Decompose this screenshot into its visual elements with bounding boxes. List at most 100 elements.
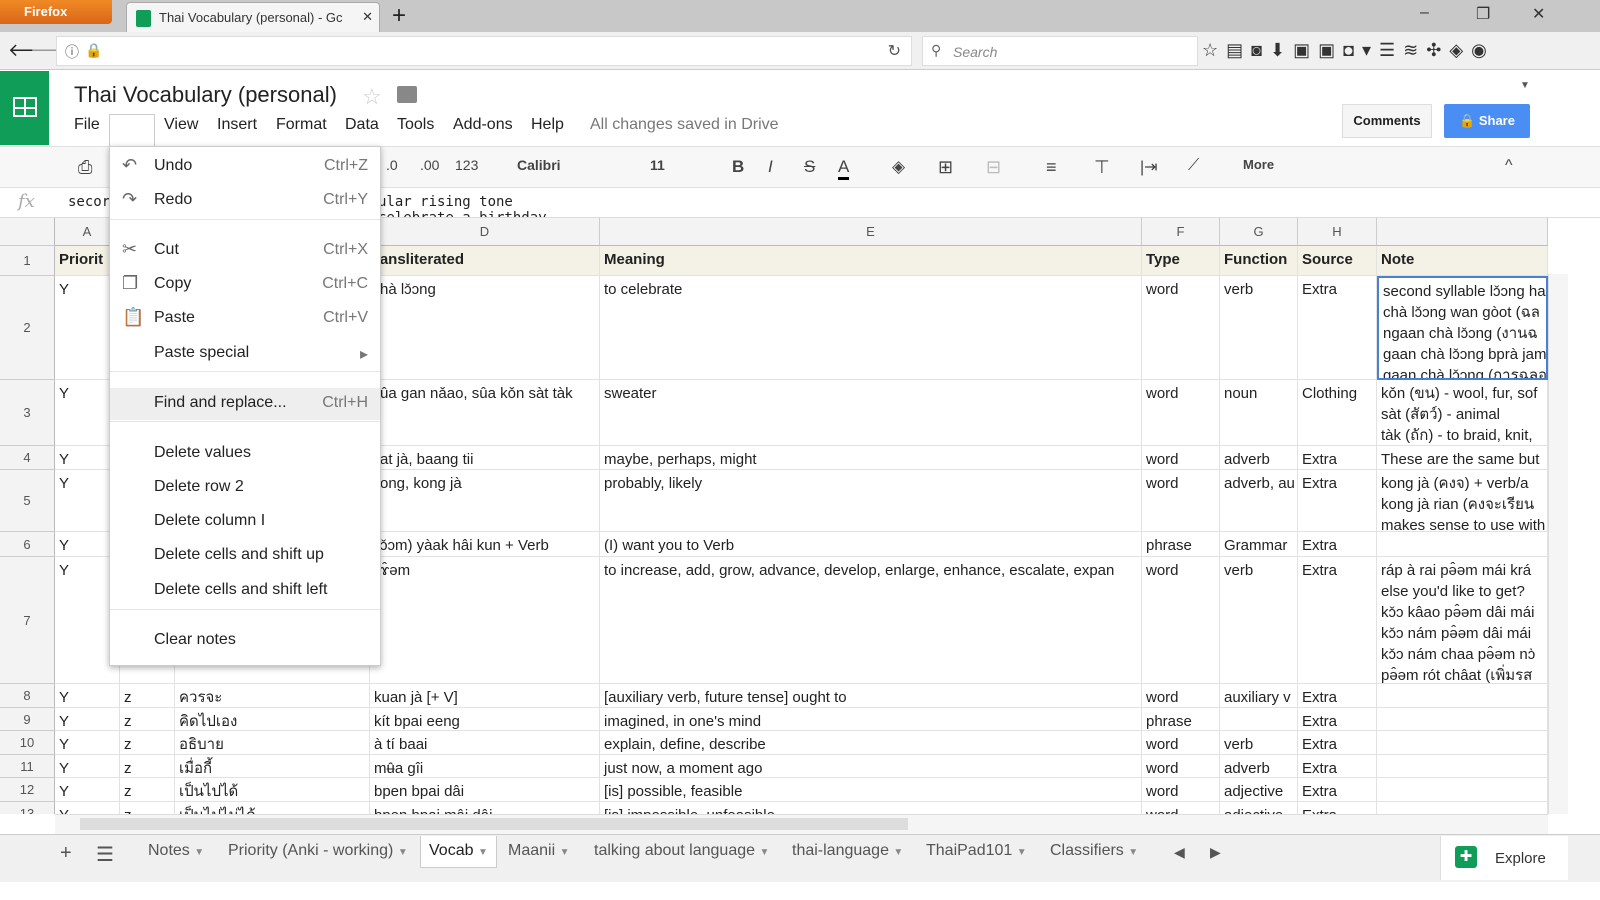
table-cell[interactable]: z [120,778,175,802]
table-cell[interactable]: à tí baai [370,731,600,755]
table-cell[interactable]: ráp à rai pə̂əm mái krá else you'd like … [1377,557,1548,684]
table-cell[interactable]: [is] possible, feasible [600,778,1142,802]
menu-tools[interactable]: Tools [397,116,434,134]
table-cell[interactable]: Clothing [1298,380,1377,446]
column-header[interactable]: D [370,218,600,246]
menu-item[interactable]: Delete row 2 [110,472,380,504]
table-cell[interactable]: word [1142,276,1220,380]
table-cell[interactable]: Y [55,778,120,802]
minimize-icon[interactable]: – [1420,4,1429,22]
strikethrough-icon[interactable]: S [804,157,815,177]
table-cell[interactable]: bpen bpai dâi [370,778,600,802]
table-cell[interactable]: [auxiliary verb, future tense] ought to [600,684,1142,708]
table-cell[interactable]: Y [55,684,120,708]
menu-item[interactable]: Delete values [110,438,380,470]
sheet-tab[interactable]: thai-language ▼ [784,836,911,868]
row-header[interactable]: 12 [0,778,55,802]
menu-item[interactable]: Delete cells and shift left [110,575,380,607]
table-cell[interactable]: z [120,802,175,814]
table-cell[interactable]: ɔ̌ɔm) yàak hâi kun + Verb [370,532,600,557]
column-header[interactable]: G [1220,218,1298,246]
url-bar[interactable]: ⓘ 🔒 ↻ [56,36,912,66]
table-cell[interactable] [1377,708,1548,731]
header-cell[interactable]: Meaning [600,246,1142,276]
sheet-tab[interactable]: Vocab ▼ [420,836,497,868]
table-cell[interactable]: adverb, au [1220,470,1298,532]
table-cell[interactable]: Extra [1298,778,1377,802]
menu-view[interactable]: View [164,116,198,134]
table-cell[interactable]: kong jà (คงจ) + verb/a kong jà rian (คงจ… [1377,470,1548,532]
all-sheets-icon[interactable]: ☰ [96,842,114,867]
table-cell[interactable]: explain, define, describe [600,731,1142,755]
row-header[interactable]: 9 [0,708,55,731]
sheet-tab[interactable]: Priority (Anki - working) ▼ [220,836,416,868]
align-left-icon[interactable]: ≡ [1046,157,1057,178]
table-cell[interactable]: mʉ̂a gîi [370,755,600,778]
menu-item[interactable]: 📋 Paste Ctrl+V [110,303,380,335]
menu-item[interactable]: ✂ Cut Ctrl+X [110,235,380,267]
row-header[interactable]: 1 [0,246,55,276]
table-cell[interactable]: word [1142,470,1220,532]
table-cell[interactable]: imagined, in one's mind [600,708,1142,731]
reload-icon[interactable]: ↻ [888,41,901,61]
header-cell[interactable]: Function [1220,246,1298,276]
table-cell[interactable]: z [120,708,175,731]
sheet-menu-caret-icon[interactable]: ▼ [1128,847,1138,858]
table-cell[interactable]: word [1142,802,1220,814]
sheet-menu-caret-icon[interactable]: ▼ [560,847,570,858]
menu-item[interactable]: Clear notes [110,625,380,657]
table-cell[interactable]: word [1142,684,1220,708]
menu-item[interactable]: Find and replace... Ctrl+H [110,388,380,420]
sheet-tab[interactable]: talking about language ▼ [586,836,777,868]
table-cell[interactable]: word [1142,778,1220,802]
fill-color-icon[interactable]: ◈ [892,157,905,177]
browser-tab[interactable]: Thai Vocabulary (personal) - Gc ✕ [126,2,380,32]
browser-extension-icons[interactable]: ☆▤◙⬇▣▣◘▾☰≋✣◈◉ [1202,40,1495,61]
increase-decimal-button[interactable]: .00 [420,157,439,173]
menu-item[interactable]: ❐ Copy Ctrl+C [110,269,380,301]
menu-item[interactable]: Paste special ▸ [110,338,380,370]
table-cell[interactable]: second syllable lɔ̌ɔng ha chà lɔ̌ɔng wan… [1377,276,1548,380]
table-cell[interactable]: verb [1220,731,1298,755]
table-cell[interactable]: (I) want you to Verb [600,532,1142,557]
share-button[interactable]: 🔒 Share [1444,104,1530,138]
table-cell[interactable]: เป็นไปได้ [175,778,370,802]
text-rotation-icon[interactable]: ⟋ [1188,157,1199,175]
menu-item[interactable]: Delete cells and shift up [110,540,380,572]
table-cell[interactable]: ɤ̂əm [370,557,600,684]
table-cell[interactable] [1377,755,1548,778]
table-cell[interactable] [1377,778,1548,802]
select-all-corner[interactable] [0,218,55,246]
table-cell[interactable]: adjective [1220,778,1298,802]
table-cell[interactable]: adverb [1220,755,1298,778]
comments-button[interactable]: Comments [1342,104,1432,138]
table-cell[interactable] [1377,532,1548,557]
new-tab-button[interactable]: + [384,2,414,32]
table-cell[interactable]: Y [55,755,120,778]
table-cell[interactable]: sweater [600,380,1142,446]
sheet-tab[interactable]: Notes ▼ [140,836,212,868]
table-cell[interactable]: to celebrate [600,276,1142,380]
row-header[interactable]: 11 [0,755,55,778]
firefox-menu-button[interactable]: Firefox [0,0,112,24]
table-cell[interactable]: at jà, baang tii [370,446,600,470]
menu-file[interactable]: File [74,116,100,134]
table-cell[interactable] [1220,708,1298,731]
italic-icon[interactable]: I [768,157,773,177]
more-button[interactable]: More [1243,157,1274,172]
table-cell[interactable]: z [120,684,175,708]
sheet-tab[interactable]: Maanii ▼ [500,836,578,868]
table-cell[interactable]: Extra [1298,276,1377,380]
table-cell[interactable]: adjective [1220,802,1298,814]
sheet-menu-caret-icon[interactable]: ▼ [893,847,903,858]
close-window-icon[interactable]: ✕ [1532,4,1545,24]
vertical-scrollbar[interactable] [1548,274,1568,814]
column-header[interactable]: E [600,218,1142,246]
table-cell[interactable]: คิดไปเอง [175,708,370,731]
header-cell[interactable]: Source [1298,246,1377,276]
table-cell[interactable]: ong, kong jà [370,470,600,532]
menu-item[interactable]: ↷ Redo Ctrl+Y [110,185,380,217]
table-cell[interactable]: Y [55,802,120,814]
table-cell[interactable]: adverb [1220,446,1298,470]
menu-insert[interactable]: Insert [217,116,257,134]
